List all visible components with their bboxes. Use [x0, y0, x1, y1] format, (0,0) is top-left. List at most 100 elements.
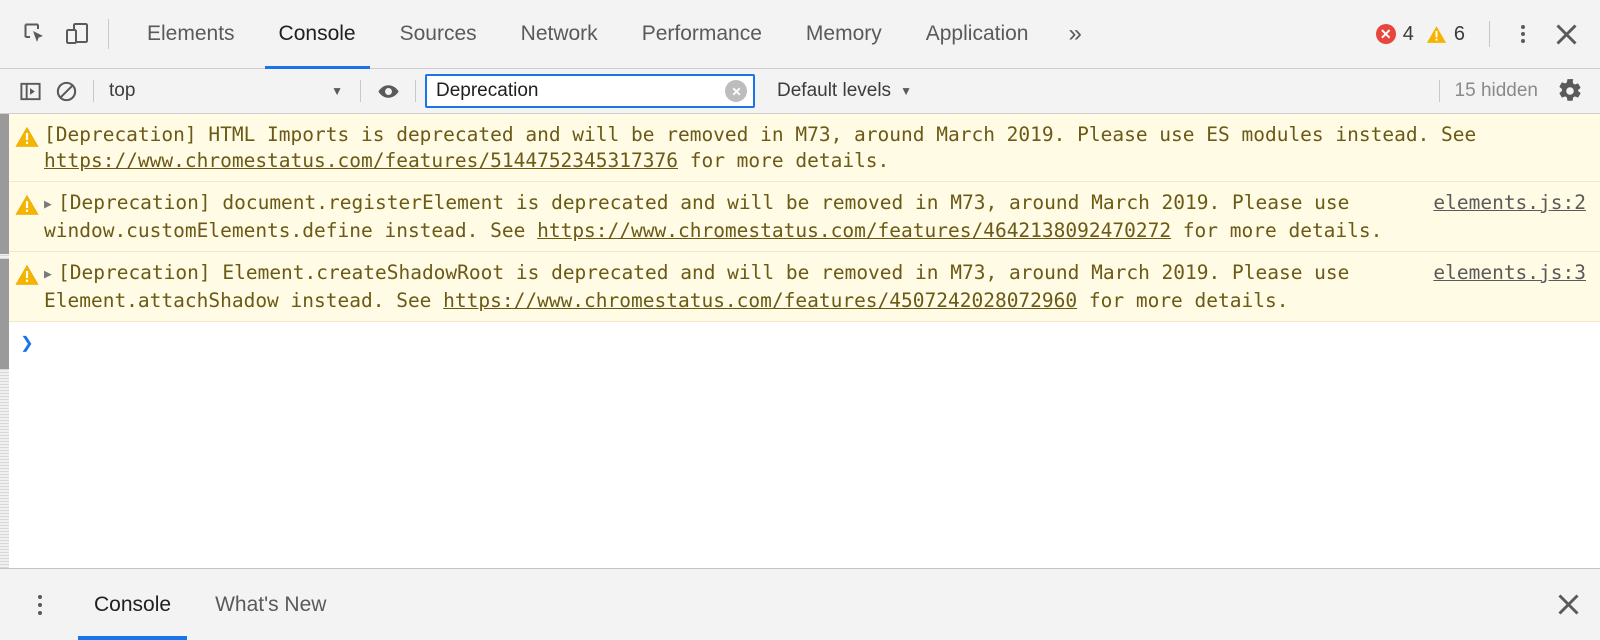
kebab-dot: [38, 594, 42, 599]
tab-memory-label: Memory: [805, 22, 882, 45]
tab-network-label: Network: [520, 22, 598, 45]
toolbar-divider-right: [1489, 21, 1490, 47]
console-message-area: [Deprecation] HTML Imports is deprecated…: [0, 114, 1600, 568]
warning-triangle-icon: [15, 264, 39, 285]
console-scroll-thumb[interactable]: [0, 114, 9, 254]
drawer-tab-console-label: Console: [94, 592, 172, 616]
message-link[interactable]: https://www.chromestatus.com/features/45…: [443, 289, 1077, 312]
more-tabs-button[interactable]: »: [1050, 0, 1099, 69]
tab-performance[interactable]: Performance: [620, 0, 784, 69]
console-message-row[interactable]: elements.js:3 ▶ [Deprecation] Element.cre…: [0, 252, 1600, 322]
message-text-part: for more details.: [1171, 218, 1383, 242]
inspect-element-button[interactable]: [14, 13, 56, 55]
console-scroll-rail[interactable]: [0, 114, 9, 568]
log-levels-label: Default levels: [777, 80, 892, 101]
close-icon: [1557, 594, 1579, 615]
inspect-element-icon: [24, 23, 43, 42]
console-prompt-row[interactable]: ❯: [0, 322, 1600, 367]
close-devtools-button[interactable]: [1544, 12, 1588, 56]
kebab-dot: [1521, 32, 1525, 36]
drawer-tab-whats-new-label: What's New: [215, 592, 327, 616]
clear-console-button[interactable]: [48, 74, 84, 108]
gear-icon: [1559, 79, 1581, 101]
message-level-icon-wrap: [10, 122, 44, 173]
toolbar-divider: [108, 19, 109, 49]
tab-application-label: Application: [925, 22, 1029, 45]
prompt-chevron-icon: ❯: [20, 331, 34, 356]
execution-context-value: top: [109, 80, 136, 101]
warning-triangle-icon: [1426, 25, 1446, 43]
log-levels-selector[interactable]: Default levels ▼: [767, 76, 922, 106]
console-settings-button[interactable]: [1550, 73, 1590, 109]
device-toolbar-icon: [66, 23, 88, 44]
live-expression-button[interactable]: [370, 74, 406, 108]
tab-memory[interactable]: Memory: [784, 0, 904, 69]
message-source-link[interactable]: elements.js:3: [1433, 260, 1586, 286]
tab-sources-label: Sources: [399, 22, 477, 45]
message-level-icon-wrap: [10, 190, 44, 243]
console-filter-toolbar: top ▼ Default levels ▼ 15 hidden: [0, 69, 1600, 114]
console-scroll-thumb[interactable]: [0, 259, 9, 369]
kebab-dot: [1521, 39, 1525, 43]
execution-context-selector[interactable]: top ▼: [103, 76, 351, 106]
warning-triangle-icon: [15, 126, 39, 147]
device-toolbar-button[interactable]: [56, 13, 98, 55]
devtools-window: Elements Console Sources Network Perform…: [0, 0, 1600, 640]
warning-count: 6: [1453, 22, 1465, 45]
filter-input-container[interactable]: [425, 74, 755, 108]
issue-counters: ✕ 4 6: [1370, 19, 1471, 50]
tab-network[interactable]: Network: [499, 0, 620, 69]
error-counter[interactable]: ✕ 4: [1370, 19, 1420, 50]
chevron-right-icon[interactable]: ▶: [44, 262, 58, 288]
tab-console-label: Console: [278, 22, 356, 45]
drawer-tab-whats-new[interactable]: What's New: [193, 569, 348, 640]
tab-elements[interactable]: Elements: [125, 0, 257, 69]
error-icon: ✕: [1375, 24, 1396, 44]
kebab-dot: [38, 610, 42, 615]
message-text: elements.js:2 ▶ [Deprecation] document.re…: [44, 190, 1586, 243]
console-message-row[interactable]: elements.js:2 ▶ [Deprecation] document.re…: [0, 182, 1600, 252]
console-message-list: [Deprecation] HTML Imports is deprecated…: [0, 114, 1600, 322]
kebab-dot: [1521, 25, 1525, 29]
clear-filter-button[interactable]: [725, 80, 747, 102]
hidden-messages-count: 15 hidden: [1454, 80, 1538, 101]
eye-icon: [377, 84, 399, 98]
drawer-spacer: [348, 569, 1536, 640]
filter-input[interactable]: [436, 76, 723, 106]
kebab-dot: [38, 602, 42, 607]
warning-triangle-icon: [15, 194, 39, 215]
filter-divider-4: [1438, 80, 1440, 102]
message-text: [Deprecation] HTML Imports is deprecated…: [44, 122, 1586, 173]
drawer-tab-console[interactable]: Console: [72, 569, 193, 640]
chevron-right-icon[interactable]: ▶: [44, 192, 58, 218]
close-drawer-button[interactable]: [1536, 569, 1600, 640]
console-message-row[interactable]: [Deprecation] HTML Imports is deprecated…: [0, 114, 1600, 182]
error-count: 4: [1402, 22, 1414, 45]
tab-application[interactable]: Application: [904, 0, 1051, 69]
warning-counter[interactable]: 6: [1420, 19, 1471, 50]
message-link[interactable]: https://www.chromestatus.com/features/46…: [537, 219, 1171, 242]
message-source-link[interactable]: elements.js:2: [1433, 190, 1586, 216]
chevron-down-icon: ▼: [900, 84, 912, 98]
message-level-icon-wrap: [10, 260, 44, 313]
drawer-menu-button[interactable]: [18, 569, 62, 640]
console-prompt-input[interactable]: [44, 332, 1586, 356]
tab-sources[interactable]: Sources: [378, 0, 499, 69]
message-link[interactable]: https://www.chromestatus.com/features/51…: [44, 149, 678, 172]
console-empty-space: [0, 366, 1600, 568]
message-text: elements.js:3 ▶ [Deprecation] Element.cre…: [44, 260, 1586, 313]
filter-divider-1: [93, 80, 94, 102]
panel-tab-list: Elements Console Sources Network Perform…: [125, 0, 1100, 69]
devtools-main-toolbar: Elements Console Sources Network Perform…: [0, 0, 1600, 69]
tab-console[interactable]: Console: [257, 0, 378, 69]
message-text-part: [Deprecation] HTML Imports is deprecated…: [44, 123, 1477, 146]
main-menu-button[interactable]: [1502, 13, 1544, 55]
filter-divider-2: [360, 80, 361, 102]
clear-input-icon: [732, 87, 740, 95]
more-tabs-icon: »: [1068, 20, 1082, 47]
console-sidebar-toggle-button[interactable]: [12, 74, 48, 108]
filter-divider-3: [415, 80, 416, 102]
message-text-part: for more details.: [1077, 288, 1289, 312]
message-text-part: for more details.: [677, 148, 890, 172]
tab-elements-label: Elements: [147, 22, 235, 45]
